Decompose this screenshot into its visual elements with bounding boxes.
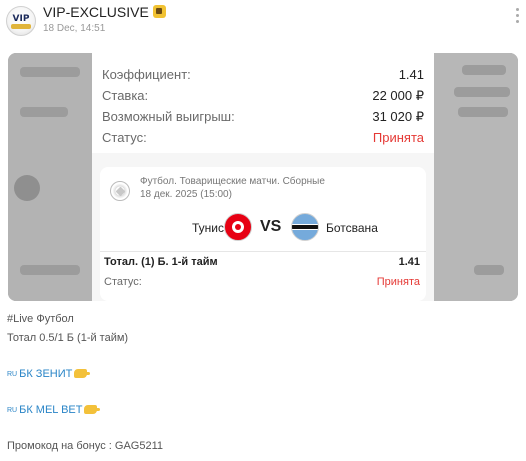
promo-code: Промокод на бонус : GAG5211 [7, 440, 163, 452]
bet-market-odd: 1.41 [398, 256, 420, 268]
stake-row: Ставка: 22 000 ₽ [102, 88, 424, 106]
status-value: Принята [372, 130, 424, 145]
tunisia-flag-icon [224, 213, 252, 241]
bet-ticket: Коэффициент: 1.41 Ставка: 22 000 ₽ Возмо… [92, 53, 434, 301]
home-team: Тунис [192, 221, 224, 235]
bet-summary: Коэффициент: 1.41 Ставка: 22 000 ₽ Возмо… [92, 53, 434, 153]
ru-flag-icon: RU [7, 407, 18, 414]
pointing-hand-icon [84, 405, 101, 414]
bet-description: Тотал 0.5/1 Б (1-й тайм) [7, 332, 129, 344]
hashtag-text[interactable]: #Live Футбол [7, 313, 74, 325]
post-date: 18 Dec, 14:51 [43, 23, 106, 34]
vs-label: VS [260, 218, 282, 235]
status-row: Статус: Принята [102, 130, 424, 148]
match-divider [100, 251, 426, 252]
pointing-hand-icon [74, 369, 91, 378]
stake-label: Ставка: [102, 88, 149, 103]
more-options-icon[interactable] [516, 8, 520, 24]
blurred-left-panel [8, 53, 92, 301]
channel-name[interactable]: VIP-EXCLUSIVE [43, 4, 166, 20]
odds-label: Коэффициент: [102, 67, 191, 82]
league-name: Футбол. Товарищеские матчи. Сборные [140, 176, 325, 187]
match-league: Футбол. Товарищеские матчи. Сборные 18 д… [140, 175, 325, 201]
botswana-flag-icon [291, 213, 319, 241]
away-team: Ботсвана [326, 221, 378, 235]
match-datetime: 18 дек. 2025 (15:00) [140, 189, 232, 200]
match-status-value: Принята [376, 276, 420, 288]
match-card: Футбол. Товарищеские матчи. Сборные 18 д… [100, 167, 426, 301]
post-image[interactable]: Коэффициент: 1.41 Ставка: 22 000 ₽ Возмо… [8, 53, 518, 301]
odds-row: Коэффициент: 1.41 [102, 67, 424, 85]
avatar-vip-text: VIP [12, 14, 30, 24]
blurred-right-panel [434, 53, 518, 301]
link-line-melbet: RU БК MEL BET [7, 404, 101, 416]
odds-value: 1.41 [398, 67, 424, 82]
payout-label: Возможный выигрыш: [102, 109, 235, 124]
status-label: Статус: [102, 130, 147, 145]
payout-row: Возможный выигрыш: 31 020 ₽ [102, 109, 424, 127]
melbet-link[interactable]: БК MEL BET [19, 404, 82, 416]
football-icon [110, 181, 130, 201]
hashtag-line: #Live Футбол [7, 313, 74, 325]
link-line-zenit: RU БК ЗЕНИТ [7, 368, 91, 380]
match-status-label: Статус: [104, 276, 142, 288]
zenit-link[interactable]: БК ЗЕНИТ [19, 368, 72, 380]
post-header: VIP VIP-EXCLUSIVE 18 Dec, 14:51 [0, 0, 526, 44]
stake-value: 22 000 ₽ [372, 88, 424, 103]
payout-value: 31 020 ₽ [372, 109, 424, 124]
bet-market: Тотал. (1) Б. 1-й тайм [104, 256, 218, 268]
channel-avatar[interactable]: VIP [6, 6, 36, 36]
channel-name-text: VIP-EXCLUSIVE [43, 4, 149, 20]
ru-flag-icon: RU [7, 371, 18, 378]
money-bag-icon [152, 5, 166, 18]
avatar-ribbon [11, 24, 31, 29]
